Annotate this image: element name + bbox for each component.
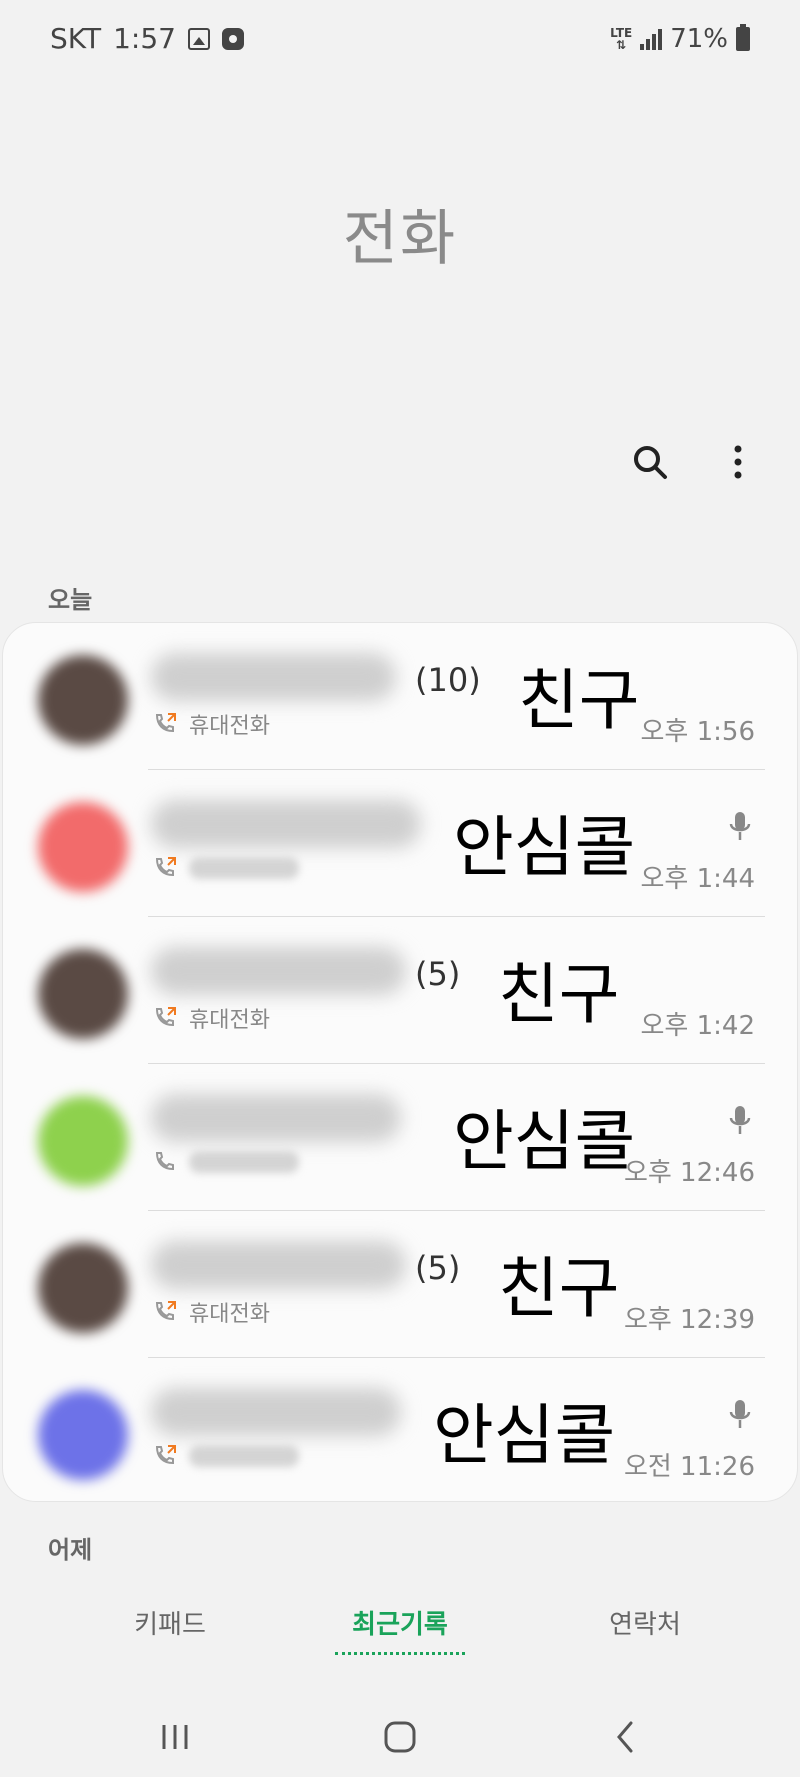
back-icon bbox=[617, 1721, 633, 1753]
tab-keypad[interactable]: 키패드 bbox=[110, 1604, 230, 1641]
call-time: 오후 1:42 bbox=[640, 1011, 756, 1041]
caller-label: 안심콜 bbox=[453, 1103, 636, 1180]
avatar bbox=[38, 1243, 128, 1333]
active-tab-indicator bbox=[335, 1652, 465, 1655]
carrier-label: SKT bbox=[50, 22, 102, 55]
caller-name-redacted bbox=[151, 800, 421, 848]
avatar bbox=[38, 1390, 128, 1480]
call-time: 오후 1:44 bbox=[640, 864, 756, 894]
status-right: LTE ⇅ 71% bbox=[610, 24, 750, 54]
call-type-redacted bbox=[189, 1445, 299, 1467]
battery-icon bbox=[736, 24, 750, 51]
clock-notification-icon bbox=[221, 27, 244, 50]
call-count: (5) bbox=[415, 955, 461, 993]
battery-percent: 71% bbox=[670, 24, 728, 54]
outgoing-call-icon bbox=[155, 1445, 176, 1465]
call-type-label: 휴대전화 bbox=[189, 714, 270, 739]
avatar bbox=[38, 802, 128, 892]
tab-recents[interactable]: 최근기록 bbox=[335, 1604, 465, 1655]
call-type: 휴대전화 bbox=[153, 1002, 270, 1034]
call-log-row[interactable]: 안심콜 오후 12:46 bbox=[3, 1064, 797, 1211]
outgoing-call-icon bbox=[155, 857, 176, 877]
toolbar bbox=[628, 440, 760, 484]
call-time: 오후 12:39 bbox=[623, 1305, 755, 1335]
recent-apps-button[interactable] bbox=[145, 1712, 205, 1762]
home-icon bbox=[384, 1721, 416, 1753]
clock: 1:57 bbox=[113, 22, 176, 55]
tab-contacts[interactable]: 연락처 bbox=[585, 1604, 705, 1641]
avatar bbox=[38, 655, 128, 745]
section-label-today: 오늘 bbox=[48, 586, 93, 614]
lte-icon: LTE ⇅ bbox=[610, 26, 633, 52]
call-type bbox=[153, 1443, 299, 1469]
signal-icon bbox=[640, 28, 663, 50]
caller-name-redacted bbox=[151, 1241, 406, 1289]
call-type bbox=[153, 1149, 299, 1175]
bottom-tab-bar: 키패드 최근기록 연락처 bbox=[0, 1590, 800, 1670]
call-type-label: 휴대전화 bbox=[189, 1302, 270, 1327]
call-log-row[interactable]: 안심콜 오후 1:44 bbox=[3, 770, 797, 917]
call-log-row[interactable]: (5) 친구 휴대전화 오후 12:39 bbox=[3, 1211, 797, 1358]
search-icon bbox=[634, 446, 667, 479]
section-label-yesterday: 어제 bbox=[48, 1536, 93, 1564]
call-log-row[interactable]: (10) 친구 휴대전화 오후 1:56 bbox=[3, 623, 797, 770]
status-left: SKT 1:57 bbox=[50, 22, 244, 55]
call-type-redacted bbox=[189, 857, 299, 879]
status-bar: SKT 1:57 LTE ⇅ 71% bbox=[0, 0, 800, 84]
mic-icon bbox=[729, 1106, 751, 1134]
call-type-label: 휴대전화 bbox=[189, 1008, 270, 1033]
call-time: 오후 1:56 bbox=[640, 717, 756, 747]
avatar bbox=[38, 949, 128, 1039]
hd-outgoing-call-icon bbox=[155, 713, 176, 733]
hd-outgoing-call-icon bbox=[155, 1007, 176, 1027]
back-button[interactable] bbox=[595, 1712, 655, 1762]
call-log-row[interactable]: (5) 친구 휴대전화 오후 1:42 bbox=[3, 917, 797, 1064]
caller-name-redacted bbox=[151, 1388, 401, 1436]
more-vert-icon bbox=[734, 445, 742, 479]
tab-keypad-label: 키패드 bbox=[134, 1610, 206, 1640]
caller-label: 친구 bbox=[518, 662, 640, 739]
call-type: 휴대전화 bbox=[153, 708, 270, 740]
caller-name-redacted bbox=[151, 653, 396, 701]
avatar bbox=[38, 1096, 128, 1186]
call-log-row[interactable]: 안심콜 오전 11:26 bbox=[3, 1358, 797, 1501]
mic-icon bbox=[729, 1400, 751, 1428]
gallery-notification-icon bbox=[187, 27, 210, 50]
caller-label: 친구 bbox=[498, 1250, 620, 1327]
caller-name-redacted bbox=[151, 947, 406, 995]
call-log-card: (10) 친구 휴대전화 오후 1:56 안심콜 오후 1:44 (5) 친구 … bbox=[2, 622, 798, 1502]
page-title: 전화 bbox=[342, 204, 458, 274]
call-count: (5) bbox=[415, 1249, 461, 1287]
system-navigation-bar bbox=[0, 1700, 800, 1777]
more-options-button[interactable] bbox=[716, 440, 760, 484]
call-time: 오후 12:46 bbox=[623, 1158, 755, 1188]
search-button[interactable] bbox=[628, 440, 672, 484]
phone-call-icon bbox=[155, 1152, 174, 1171]
caller-label: 친구 bbox=[498, 956, 620, 1033]
call-type: 휴대전화 bbox=[153, 1296, 270, 1328]
call-type-redacted bbox=[189, 1151, 299, 1173]
call-count: (10) bbox=[415, 661, 481, 699]
caller-label: 안심콜 bbox=[433, 1397, 616, 1474]
call-time: 오전 11:26 bbox=[623, 1452, 755, 1482]
hd-outgoing-call-icon bbox=[155, 1301, 176, 1321]
caller-label: 안심콜 bbox=[453, 809, 636, 886]
tab-contacts-label: 연락처 bbox=[609, 1610, 681, 1640]
tab-recents-label: 최근기록 bbox=[352, 1610, 448, 1640]
network-label: LTE bbox=[610, 26, 633, 40]
home-button[interactable] bbox=[370, 1712, 430, 1762]
mic-icon bbox=[729, 812, 751, 840]
caller-name-redacted bbox=[151, 1094, 401, 1142]
call-type bbox=[153, 855, 299, 881]
recent-apps-icon bbox=[162, 1725, 188, 1749]
